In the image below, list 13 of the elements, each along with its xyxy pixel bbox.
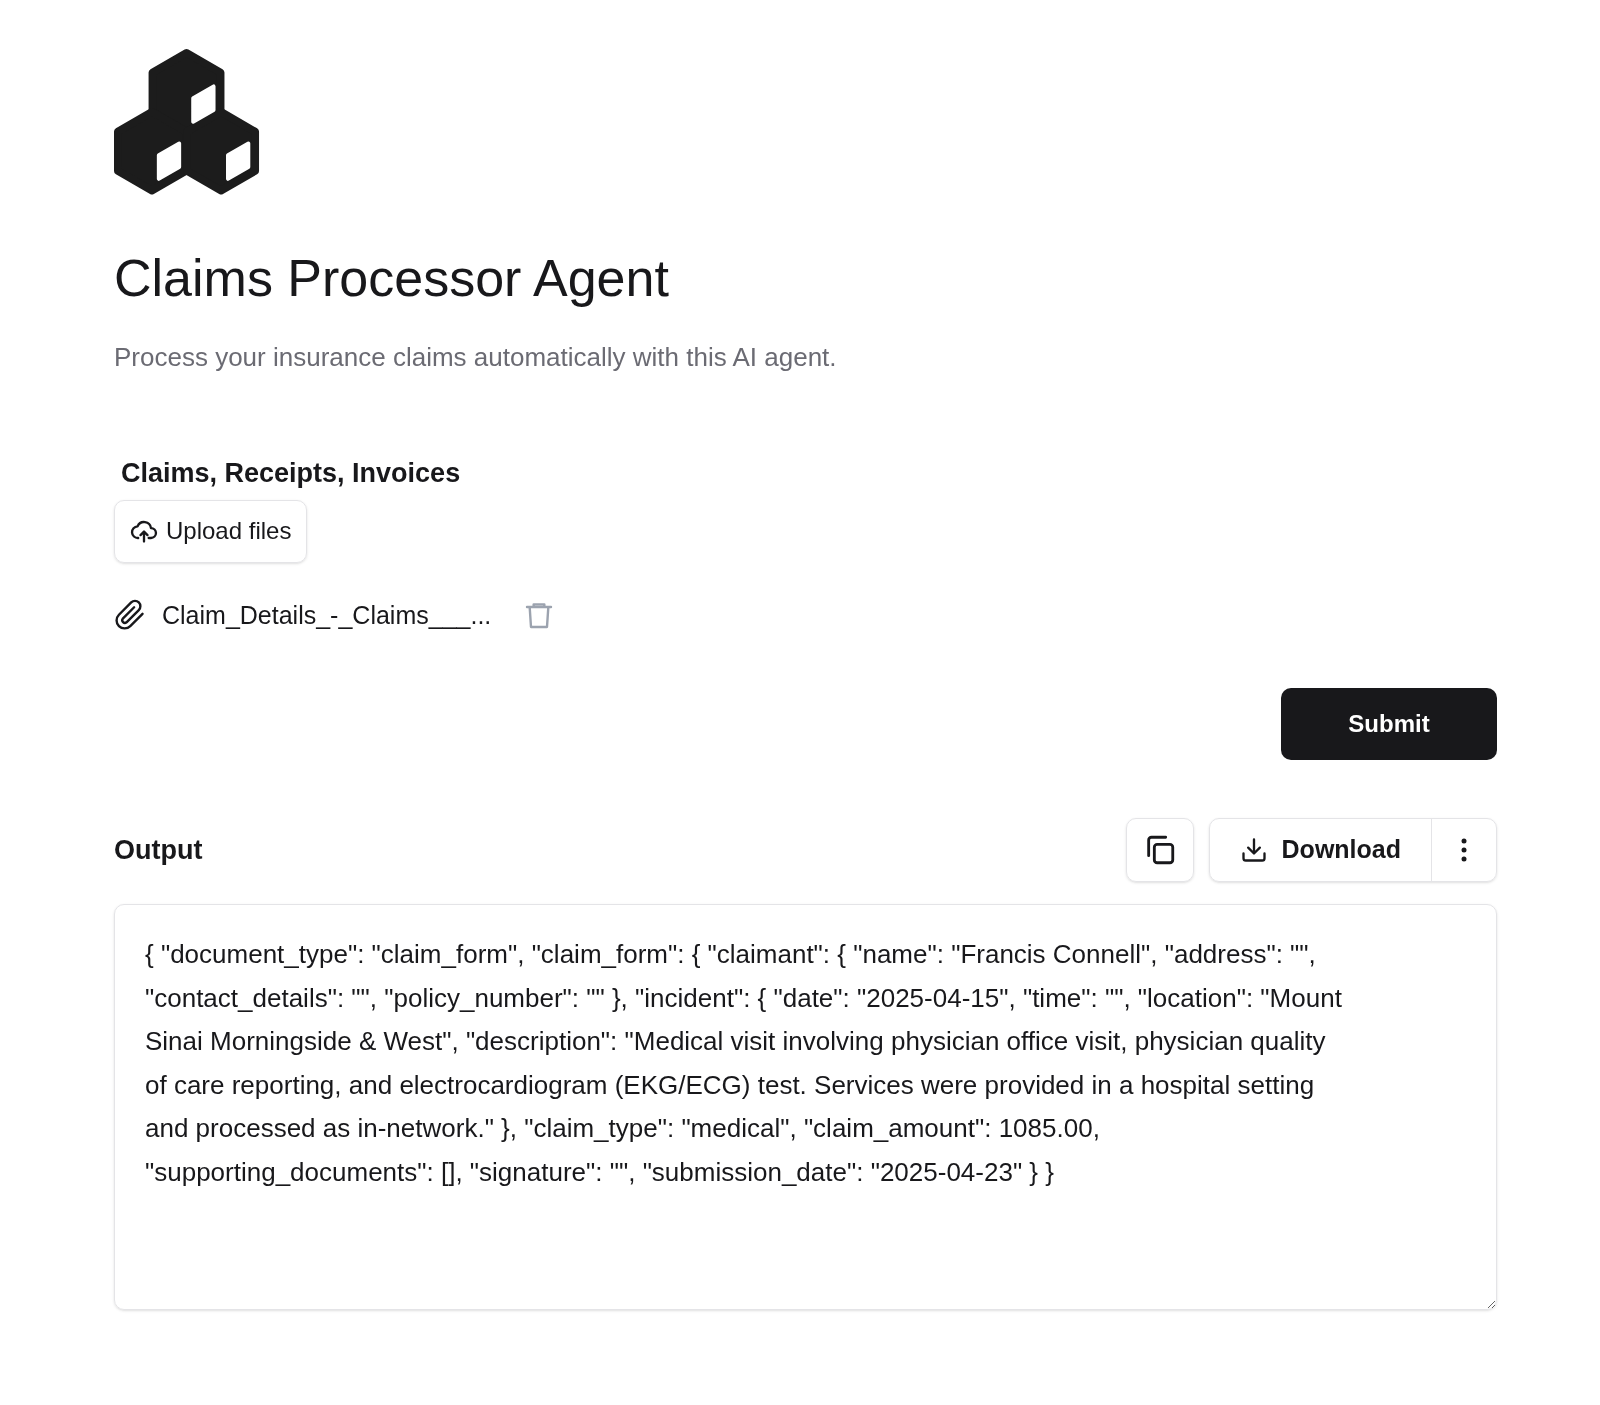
upload-button[interactable]: Upload files <box>114 499 308 563</box>
logo-icon <box>114 48 260 196</box>
page-subtitle: Process your insurance claims automatically with this AI agent. <box>114 341 837 374</box>
copy-button[interactable] <box>1125 818 1194 882</box>
upload-label: Claims, Receipts, Invoices <box>121 457 461 490</box>
more-options-icon <box>1461 838 1467 862</box>
paperclip-icon <box>114 599 146 632</box>
page-title: Claims Processor Agent <box>114 248 669 309</box>
output-label: Output <box>114 833 203 867</box>
download-icon <box>1239 836 1268 864</box>
output-field[interactable]: { "document_type": "claim_form", "claim_form": { "claimant": { "name": "Francis Connell", "address": "", "contact_details": "", "policy_number": "" }, "incident": { "date": "2025-04-15", "time": "", "location": "Mount Sinai Morningside & West", "description": "Medical visit involving physician office visit, physician quality of care reporting, and electrocardiogram (EKG/ECG) test. Services were provided in a hospital setting and processed as in-network." }, "claim_type": "medical", "claim_amount": 1085.00, "supporting_documents": [], "signature": "", "submission_date": "2025-04-23" } } <box>114 904 1497 1310</box>
submit-button[interactable]: Submit <box>1281 688 1497 760</box>
file-name: Claim_Details_-_Claims___... <box>162 599 492 631</box>
